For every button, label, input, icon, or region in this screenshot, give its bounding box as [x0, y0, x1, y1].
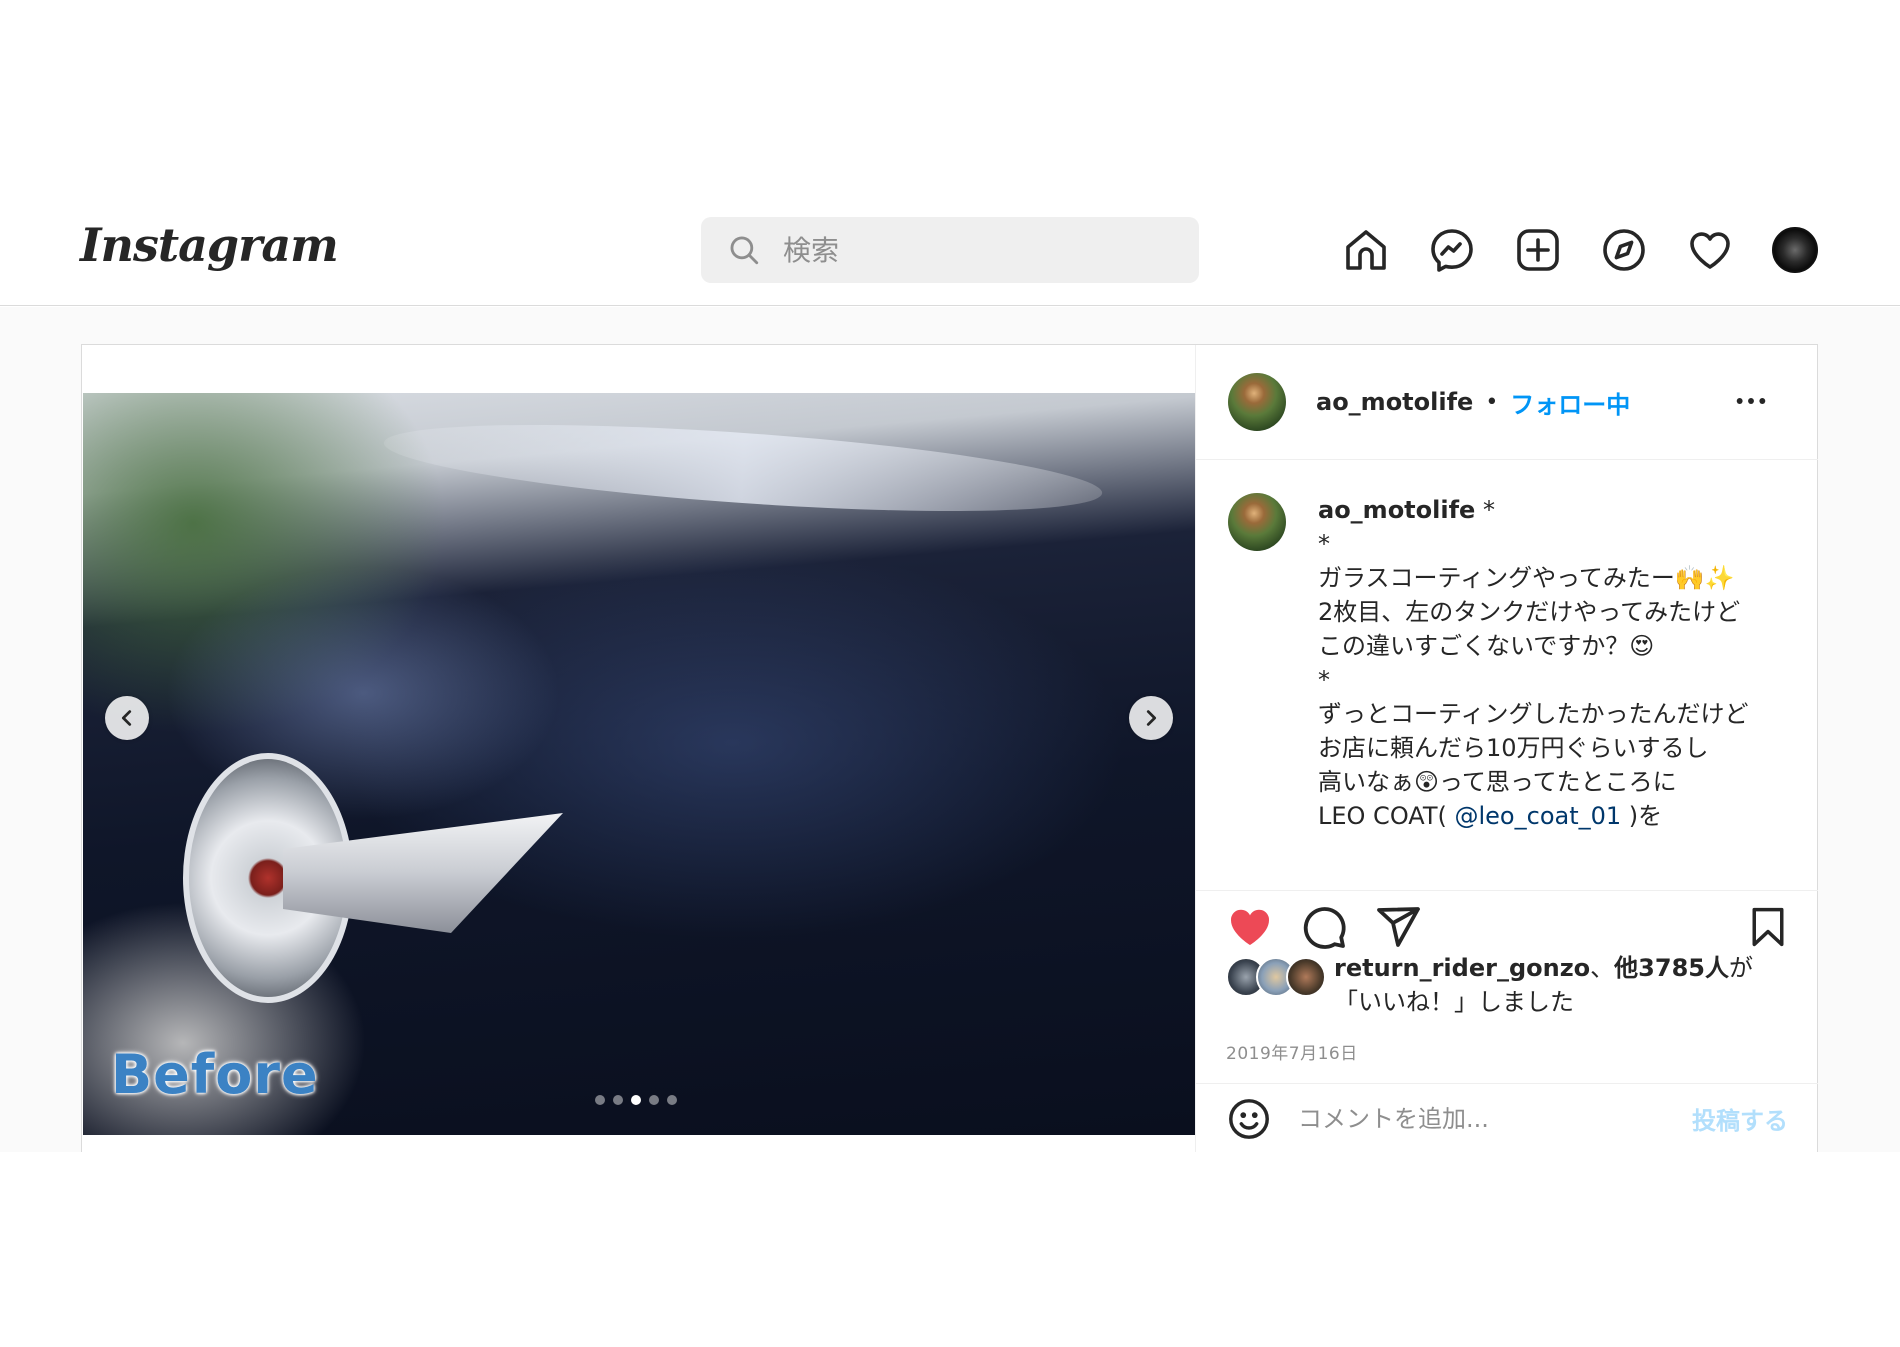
likes-count[interactable]: 他3785人 — [1614, 954, 1729, 982]
carousel-dot — [649, 1095, 659, 1105]
carousel-next-button[interactable] — [1129, 696, 1173, 740]
comment-input[interactable] — [1298, 1104, 1678, 1133]
like-heart-icon[interactable] — [1226, 903, 1274, 951]
new-post-icon[interactable] — [1514, 226, 1562, 274]
caption-row: ao_motolife * * ガラスコーティングやってみたー🙌✨ 2枚目、左の… — [1228, 493, 1788, 833]
carousel-dot — [613, 1095, 623, 1105]
feed-area: Before ao_motolife • フォロー中 ao_motolife *… — [0, 307, 1900, 1153]
tank-highlight — [381, 407, 1105, 529]
caption-line: ガラスコーティングやってみたー🙌✨ — [1318, 564, 1735, 592]
comment-icon[interactable] — [1300, 903, 1348, 951]
comment-box: 投稿する — [1196, 1083, 1818, 1153]
liker-avatar — [1286, 957, 1326, 997]
caption-line: * — [1318, 666, 1330, 694]
home-icon[interactable] — [1342, 226, 1390, 274]
page-bottom-area — [0, 1152, 1900, 1347]
caption-line: ずっとコーティングしたかったんだけど — [1318, 700, 1749, 728]
before-overlay-text: Before — [111, 1043, 319, 1106]
caption-line: LEO COAT( @leo_coat_01 )を — [1318, 802, 1663, 830]
caption-avatar[interactable] — [1228, 493, 1286, 551]
top-nav-bar: Instagram — [0, 0, 1900, 306]
caption-username[interactable]: ao_motolife — [1318, 496, 1475, 524]
liker-username[interactable]: return_rider_gonzo — [1334, 954, 1590, 982]
post-media: Before — [83, 345, 1195, 1153]
post-card: Before ao_motolife • フォロー中 ao_motolife *… — [81, 344, 1818, 1153]
author-username[interactable]: ao_motolife — [1316, 388, 1473, 416]
explore-icon[interactable] — [1600, 226, 1648, 274]
following-button[interactable]: フォロー中 — [1510, 385, 1630, 420]
carousel-dots — [595, 1095, 677, 1105]
emoji-icon[interactable] — [1226, 1096, 1272, 1142]
messenger-icon[interactable] — [1428, 226, 1476, 274]
caption-line: この違いすごくないですか？😍 — [1318, 632, 1655, 660]
activity-heart-icon[interactable] — [1686, 226, 1734, 274]
post-side-panel: ao_motolife • フォロー中 ao_motolife * * ガラスコ… — [1195, 345, 1818, 1153]
caption-area: ao_motolife * * ガラスコーティングやってみたー🙌✨ 2枚目、左の… — [1196, 461, 1818, 891]
mention-link[interactable]: @leo_coat_01 — [1455, 802, 1622, 830]
caption-line: 2枚目、左のタンクだけやってみたけど — [1318, 598, 1741, 626]
likes-text: return_rider_gonzo、他3785人が「いいね！」しました — [1334, 954, 1753, 1016]
instagram-logo[interactable]: Instagram — [80, 218, 339, 272]
chevron-left-icon — [121, 710, 132, 726]
search-input[interactable] — [783, 233, 1143, 267]
post-date[interactable]: 2019年7月16日 — [1226, 1039, 1358, 1064]
profile-avatar[interactable] — [1772, 227, 1818, 273]
carousel-prev-button[interactable] — [105, 696, 149, 740]
caption-line: 高いなぁ😲って思ってたところに — [1318, 768, 1677, 796]
caption-line: お店に頼んだら10万円ぐらいするし — [1318, 734, 1709, 762]
carousel-dot-active — [631, 1095, 641, 1105]
nav-icons — [1342, 224, 1818, 276]
share-icon[interactable] — [1374, 903, 1422, 951]
post-comment-button[interactable]: 投稿する — [1692, 1101, 1788, 1136]
author-avatar[interactable] — [1228, 373, 1286, 431]
caption-text: ao_motolife * * ガラスコーティングやってみたー🙌✨ 2枚目、左の… — [1318, 493, 1749, 833]
post-header: ao_motolife • フォロー中 — [1196, 345, 1818, 460]
search-box[interactable] — [701, 217, 1199, 283]
more-options-icon[interactable] — [1734, 389, 1768, 413]
chevron-right-icon — [1146, 710, 1157, 726]
caption-line: ao_motolife * — [1318, 496, 1495, 524]
carousel-dot — [595, 1095, 605, 1105]
bookmark-icon[interactable] — [1746, 904, 1790, 950]
liker-avatars[interactable] — [1226, 957, 1328, 1001]
motorcycle-tank-photo[interactable]: Before — [83, 393, 1195, 1135]
carousel-dot — [667, 1095, 677, 1105]
header-separator: • — [1485, 389, 1499, 415]
search-icon — [730, 236, 759, 265]
likes-summary: return_rider_gonzo、他3785人が「いいね！」しました — [1226, 951, 1796, 1019]
caption-line: * — [1318, 530, 1330, 558]
